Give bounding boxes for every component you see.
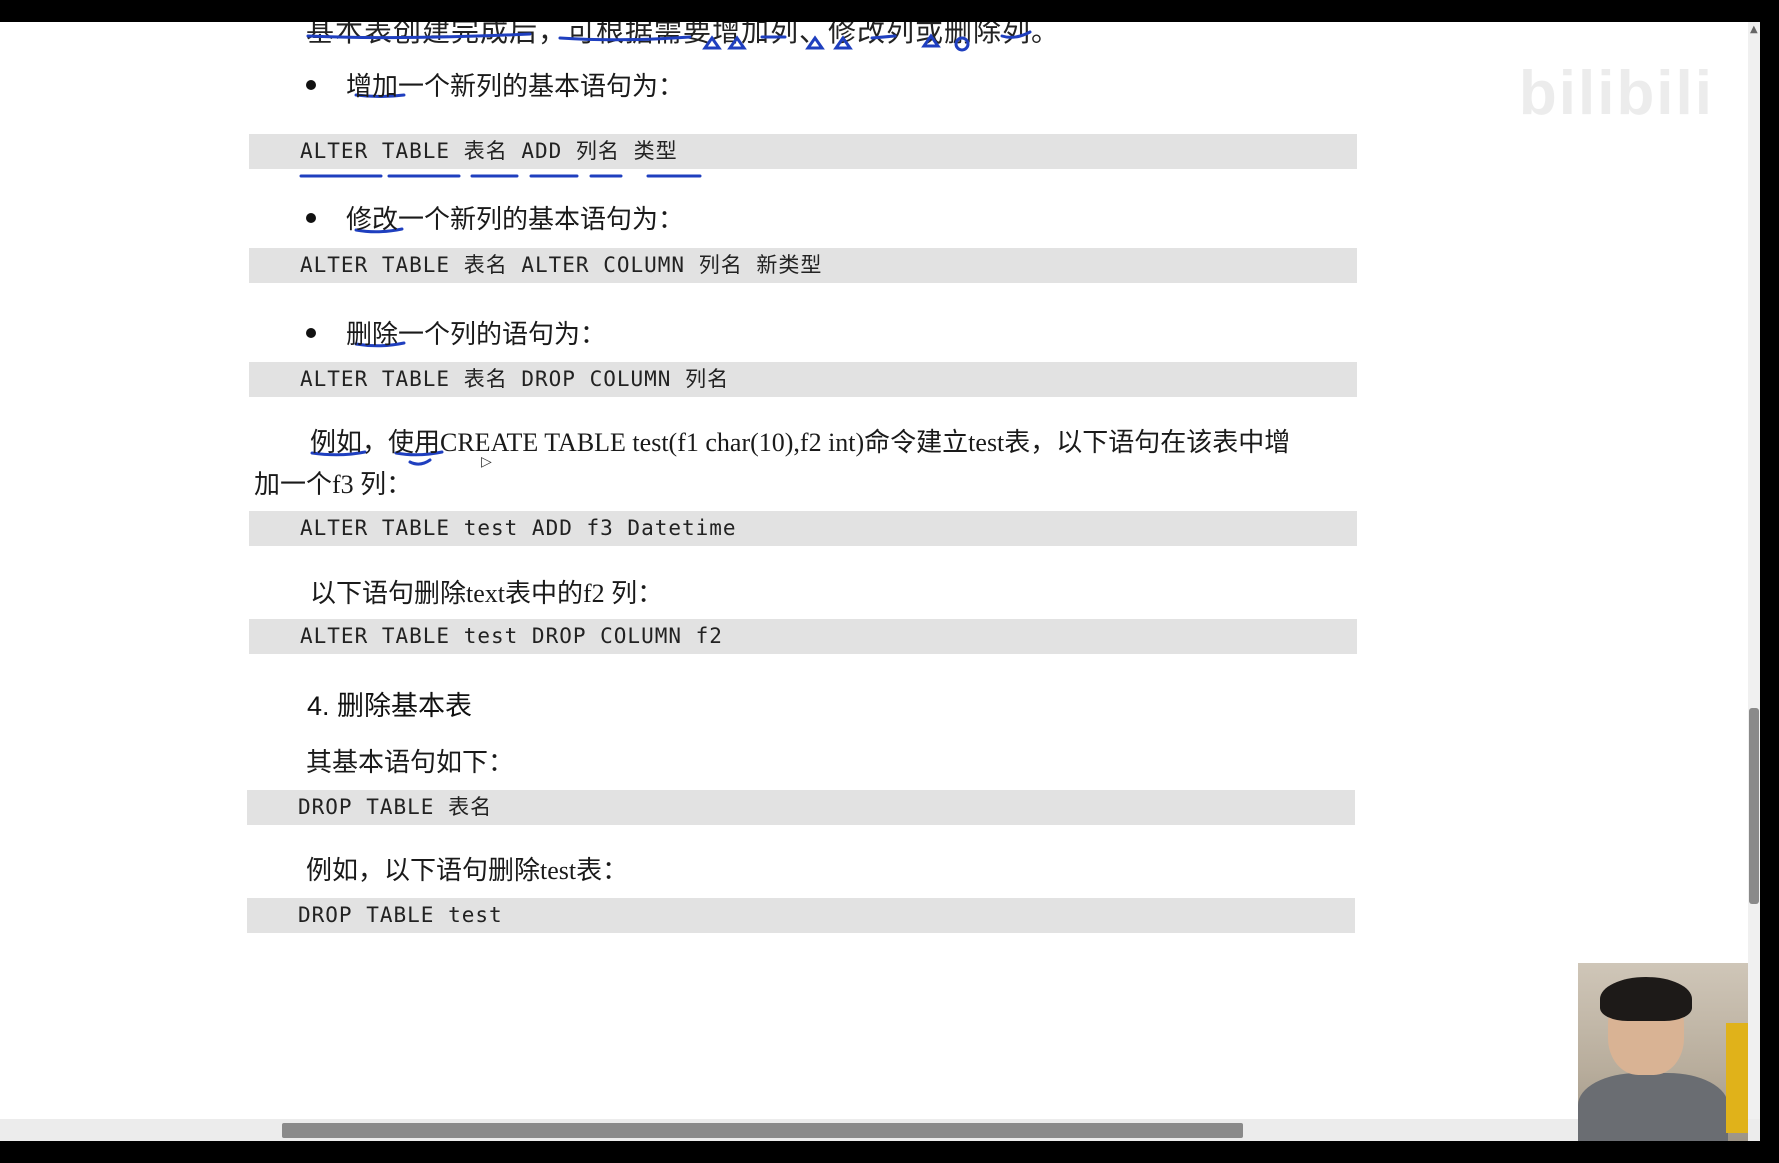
bullet-text: 修改一个新列的基本语句为： (346, 205, 685, 235)
vertical-scrollbar-thumb[interactable] (1749, 708, 1759, 904)
bullet-text: 删除一个列的语句为： (346, 320, 607, 350)
webcam-book (1726, 1023, 1748, 1133)
webcam-person-body (1578, 1073, 1728, 1141)
code-block-add-column: ALTER TABLE 表名 ADD 列名 类型 (249, 134, 1357, 169)
example-paragraph-line1: 例如，使用CREATE TABLE test(f1 char(10),f2 in… (310, 428, 1291, 457)
webcam-overlay (1578, 963, 1748, 1141)
bullet-dot (306, 213, 316, 223)
code-block-drop-table-generic: DROP TABLE 表名 (247, 790, 1355, 825)
code-block-add-f3: ALTER TABLE test ADD f3 Datetime (249, 511, 1357, 546)
bullet-dot (306, 328, 316, 338)
scroll-up-arrow-icon[interactable]: ▲ (1750, 24, 1758, 35)
delete-column-paragraph: 以下语句删除text表中的f2 列： (310, 579, 664, 608)
bullet-dot (306, 80, 316, 90)
bullet-alter-column: 修改一个新列的基本语句为： (306, 199, 684, 236)
bilibili-watermark-logo: bilibili (1518, 59, 1714, 128)
section-heading: 4. 删除基本表 (307, 691, 473, 721)
annotation-strokes (299, 30, 1032, 466)
code-block-alter-column: ALTER TABLE 表名 ALTER COLUMN 列名 新类型 (249, 248, 1357, 283)
horizontal-scrollbar[interactable] (0, 1119, 1760, 1141)
bullet-drop-column: 删除一个列的语句为： (306, 314, 606, 351)
code-block-drop-table-test: DROP TABLE test (247, 898, 1355, 933)
example-paragraph-line2: 加一个f3 列： (254, 470, 413, 499)
bullet-add-column: 增加一个新列的基本语句为： (306, 66, 684, 103)
bullet-text: 增加一个新列的基本语句为： (346, 72, 685, 102)
code-block-drop-column: ALTER TABLE 表名 DROP COLUMN 列名 (249, 362, 1357, 397)
code-block-drop-f2: ALTER TABLE test DROP COLUMN f2 (249, 619, 1357, 654)
webcam-person-hair (1600, 977, 1692, 1021)
horizontal-scrollbar-thumb[interactable] (282, 1123, 1243, 1138)
cursor-arrow-icon: ▷ (481, 454, 492, 470)
vertical-scrollbar[interactable]: ▲ (1748, 22, 1760, 1141)
drop-example-paragraph: 例如，以下语句删除test表： (306, 856, 629, 885)
basic-statement-paragraph: 其基本语句如下： (306, 748, 515, 777)
document-viewport: 基本表创建完成后，可根据需要增加列、修改列或删除列。 增加一个新列的基本语句为：… (0, 22, 1760, 1141)
